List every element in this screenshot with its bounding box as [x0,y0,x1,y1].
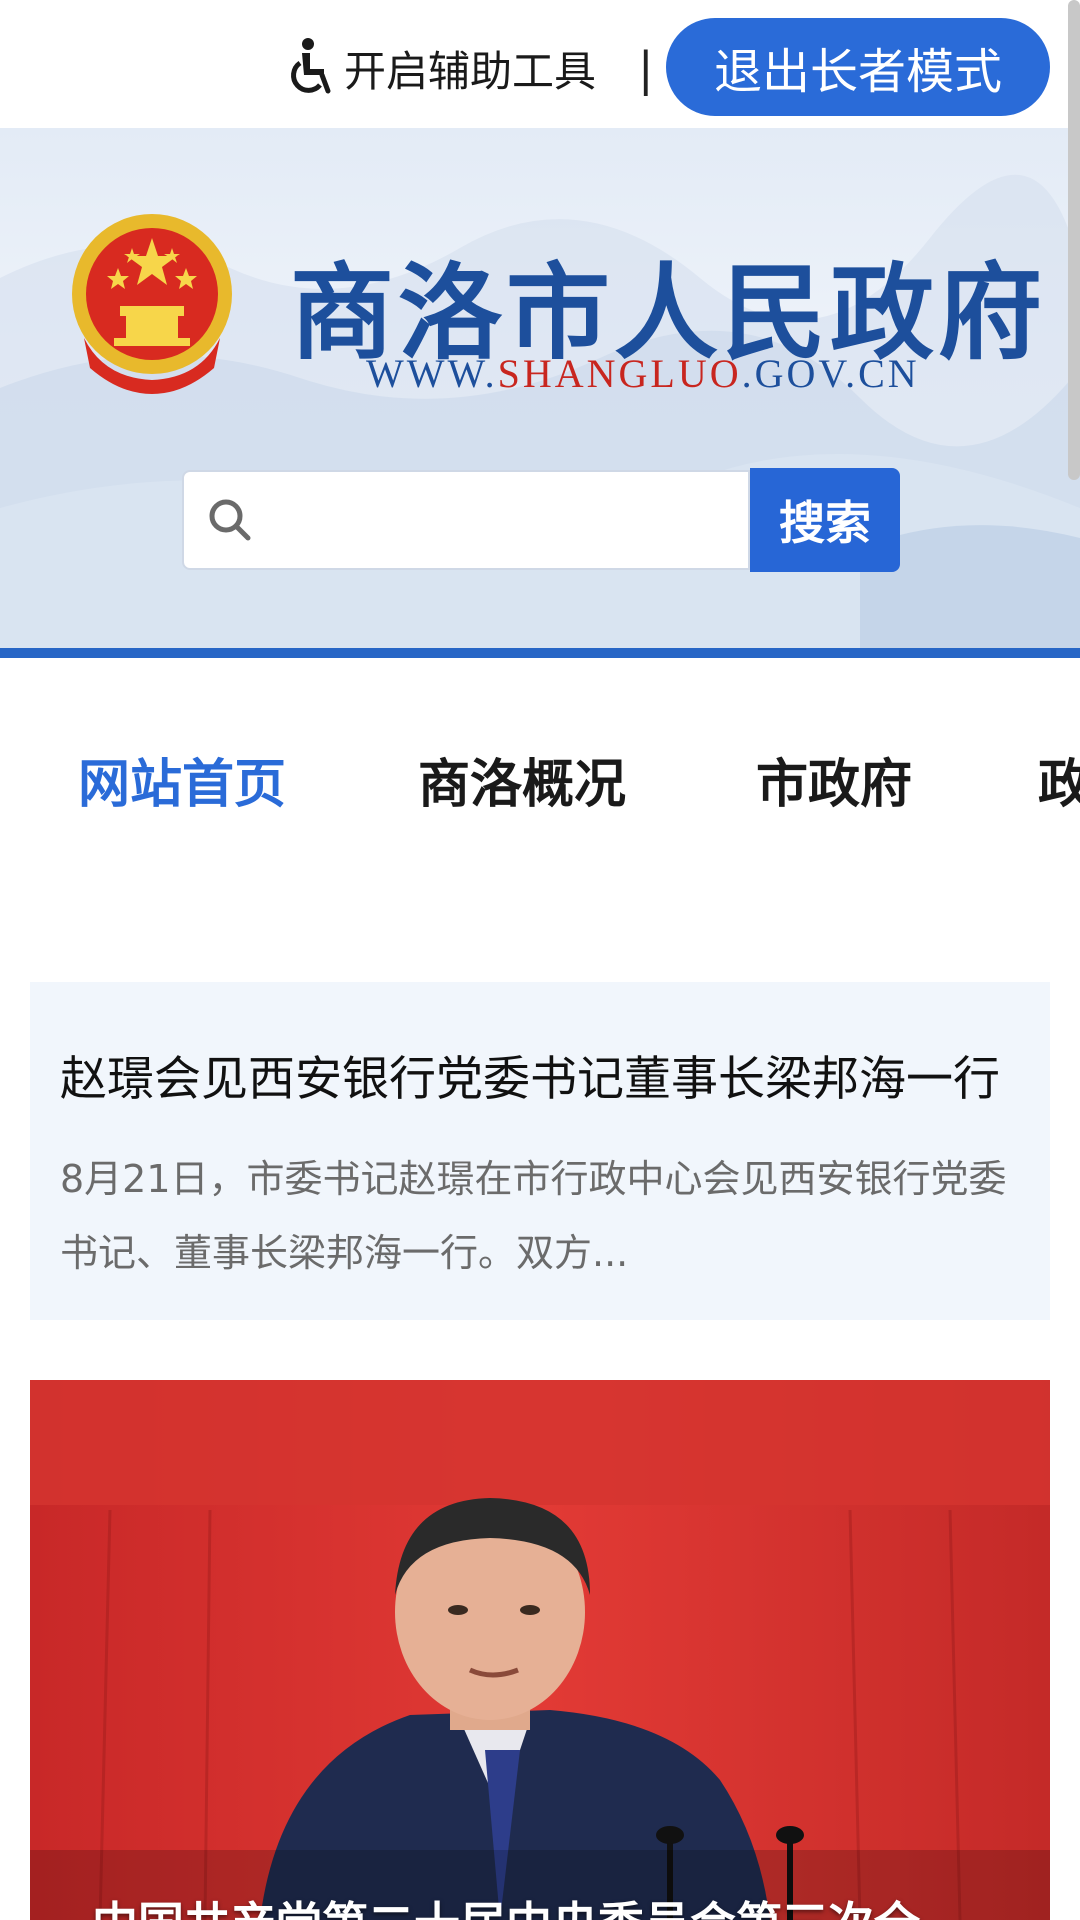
search-input[interactable] [268,498,728,542]
wheelchair-icon [291,38,331,94]
nav-item-home[interactable]: 网站首页 [78,742,286,817]
news-title[interactable]: 赵璟会见西安银行党委书记董事长梁邦海一行 [60,1040,1000,1109]
topbar-separator: | [638,42,654,96]
news-card[interactable]: 赵璟会见西安银行党委书记董事长梁邦海一行 8月21日，市委书记赵璟在市行政中心会… [30,982,1050,1320]
feature-photo-image [30,1380,1050,1920]
page-scrollbar[interactable] [1068,0,1080,480]
feature-photo[interactable]: 中国共产党第二十届中央委员会第三次全 [30,1380,1050,1920]
feature-caption[interactable]: 中国共产党第二十届中央委员会第三次全 [92,1888,920,1920]
nav-item-government-affairs[interactable]: 政 [1038,742,1080,817]
news-summary: 8月21日，市委书记赵璟在市行政中心会见西安银行党委书记、董事长梁邦海一行。双方… [60,1157,1007,1275]
site-url: WWW.SHANGLUO.GOV.CN [366,350,920,397]
site-banner: 商洛市人民政府 WWW.SHANGLUO.GOV.CN 搜索 [0,128,1080,648]
top-bar: 开启辅助工具 | 退出长者模式 [0,0,1080,128]
nav-item-overview[interactable]: 商洛概况 [418,742,626,817]
site-url-domain: SHANGLUO [497,351,742,396]
site-url-prefix: WWW. [366,351,498,396]
search-button[interactable]: 搜索 [750,468,900,572]
main-nav: 网站首页 商洛概况 市政府 政 [0,700,1080,850]
search-icon [209,499,251,541]
national-emblem [72,214,232,394]
banner-divider [0,648,1080,658]
nav-item-city-government[interactable]: 市政府 [756,742,912,817]
exit-elder-mode-button[interactable]: 退出长者模式 [666,18,1050,116]
accessibility-tools-toggle[interactable]: 开启辅助工具 [288,28,596,108]
search-field [182,470,750,570]
accessibility-tools-label: 开启辅助工具 [344,46,597,96]
site-url-suffix: .GOV.CN [741,351,920,396]
